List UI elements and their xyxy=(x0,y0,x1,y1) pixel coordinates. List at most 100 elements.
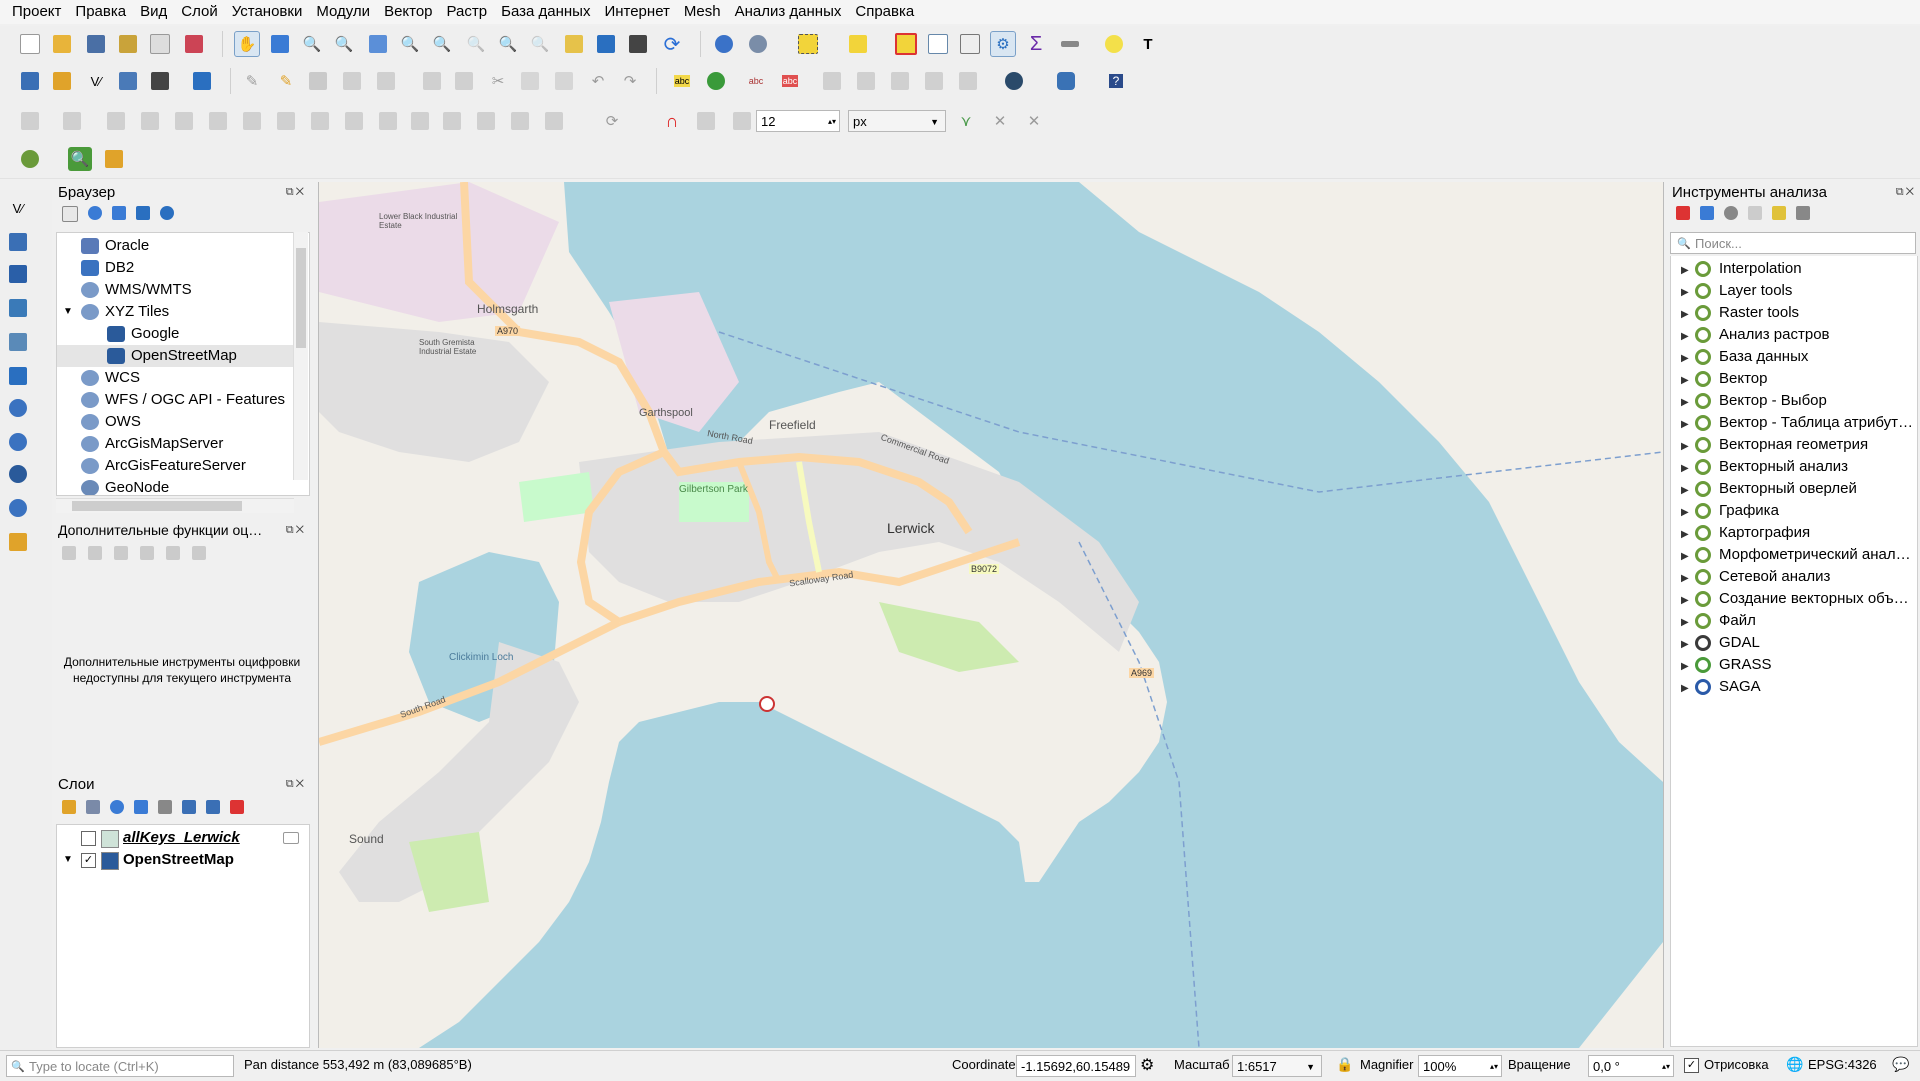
layer-visibility-checkbox[interactable] xyxy=(81,831,96,846)
snapping-magnet-icon[interactable]: ∩ xyxy=(660,109,684,133)
label-undo-icon[interactable] xyxy=(956,69,980,93)
options-icon[interactable] xyxy=(1796,206,1810,220)
modify-attributes-icon[interactable] xyxy=(420,69,444,93)
filter-expression-icon[interactable] xyxy=(158,800,172,814)
offset-symbols-icon[interactable] xyxy=(474,109,498,133)
menu-item-6[interactable]: Вектор xyxy=(378,0,438,24)
quickmap-search-icon[interactable]: 🔍 xyxy=(68,147,92,171)
processing-group[interactable]: ▶ Вектор - Выбор xyxy=(1671,390,1827,412)
map-canvas[interactable]: Lerwick Freefield Gilbertson Park Holmsg… xyxy=(318,182,1664,1048)
expand-arrow-icon[interactable]: ▶ xyxy=(1681,348,1695,370)
data-source-manager-icon[interactable] xyxy=(18,69,42,93)
browser-item[interactable]: WCS xyxy=(57,367,293,389)
locate-input[interactable]: 🔍 Type to locate (Ctrl+K) xyxy=(6,1055,234,1077)
expand-arrow-icon[interactable]: ▶ xyxy=(1681,370,1695,392)
render-checkbox[interactable]: ✓ xyxy=(1684,1058,1699,1073)
delete-selected-icon[interactable] xyxy=(452,69,476,93)
browser-hscrollbar[interactable] xyxy=(56,498,294,513)
diagram-tool-icon[interactable] xyxy=(704,69,728,93)
refresh-icon[interactable] xyxy=(88,206,102,220)
snapping-units-select[interactable]: px ▼ xyxy=(848,110,946,132)
action-icon[interactable] xyxy=(746,32,770,56)
cut-features-icon[interactable]: ✂ xyxy=(486,69,510,93)
scrollbar-thumb[interactable] xyxy=(296,248,306,348)
rotate-label-icon[interactable] xyxy=(854,69,878,93)
browser-item[interactable]: OpenStreetMap xyxy=(57,345,293,367)
filter-legend-icon[interactable] xyxy=(134,800,148,814)
panel-float-close-icon[interactable]: ⧉✕ xyxy=(286,524,306,537)
toggle-editing-icon[interactable]: ✎ xyxy=(274,69,298,93)
add-feature-icon[interactable] xyxy=(340,69,364,93)
processing-group[interactable]: ▶ GDAL xyxy=(1671,632,1760,654)
field-calculator-icon[interactable] xyxy=(958,32,982,56)
expand-arrow-icon[interactable]: ▶ xyxy=(1681,480,1695,502)
select-features-icon[interactable] xyxy=(796,32,820,56)
menu-item-2[interactable]: Вид xyxy=(134,0,173,24)
processing-group[interactable]: ▶ Морфометрический анал… xyxy=(1671,544,1911,566)
processing-group[interactable]: ▶ Картография xyxy=(1671,522,1810,544)
expand-arrow-icon[interactable]: ▶ xyxy=(1681,414,1695,436)
layer-indicator-icon[interactable] xyxy=(283,832,299,844)
refresh-icon[interactable]: ⟳ xyxy=(660,32,684,56)
fill-ring-icon[interactable] xyxy=(138,109,162,133)
open-styling-icon[interactable] xyxy=(62,800,76,814)
history-icon[interactable] xyxy=(1724,206,1738,220)
expand-arrow-icon[interactable]: ▶ xyxy=(1681,326,1695,348)
panel-float-close-icon[interactable]: ⧉✕ xyxy=(1896,186,1916,199)
processing-group[interactable]: ▶ GRASS xyxy=(1671,654,1772,676)
menu-item-9[interactable]: Интернет xyxy=(598,0,675,24)
pin-labels-icon[interactable]: abc xyxy=(744,69,768,93)
processing-group[interactable]: ▶ Вектор - Таблица атрибут… xyxy=(1671,412,1913,434)
menu-item-10[interactable]: Mesh xyxy=(678,0,727,24)
settings-icon[interactable] xyxy=(166,546,180,560)
pan-map-icon[interactable]: ✋ xyxy=(234,31,260,57)
collapse-all-icon[interactable] xyxy=(206,800,220,814)
expand-arrow-icon[interactable]: ▶ xyxy=(1681,678,1695,700)
zoom-selection-icon[interactable]: 🔍 xyxy=(398,32,422,56)
browser-item[interactable]: Oracle xyxy=(57,235,293,257)
coordinate-toggle-icon[interactable]: ⚙ xyxy=(1140,1055,1154,1075)
browser-item[interactable]: ArcGisFeatureServer xyxy=(57,455,293,477)
merge-attrs-icon[interactable] xyxy=(408,109,432,133)
text-annotation-icon[interactable]: T xyxy=(1136,32,1160,56)
plugin-globe-icon[interactable] xyxy=(18,147,42,171)
menu-item-3[interactable]: Слой xyxy=(175,0,223,24)
crs-globe-icon[interactable]: 🌐 xyxy=(1786,1056,1803,1073)
style-manager-icon[interactable] xyxy=(182,32,206,56)
rotate-symbols-icon[interactable] xyxy=(440,109,464,133)
topological-editing-icon[interactable]: ⋎ xyxy=(954,109,978,133)
processing-group[interactable]: ▶ Графика xyxy=(1671,500,1779,522)
select-by-value-icon[interactable] xyxy=(846,32,870,56)
add-vector-icon[interactable]: V⁄ xyxy=(6,196,30,220)
floater-icon[interactable] xyxy=(192,546,206,560)
add-spatialite-icon[interactable] xyxy=(6,330,30,354)
map-tips-icon[interactable] xyxy=(1102,32,1126,56)
collapse-all-icon[interactable] xyxy=(136,206,150,220)
snap-intersection-icon[interactable]: ✕ xyxy=(988,109,1012,133)
panel-float-close-icon[interactable]: ⧉✕ xyxy=(286,186,306,199)
digitize-icon[interactable] xyxy=(18,109,42,133)
expand-arrow-icon[interactable]: ▶ xyxy=(1681,458,1695,480)
snapping-mode-icon[interactable] xyxy=(694,109,718,133)
help-icon[interactable]: ? xyxy=(1104,69,1128,93)
new-memory-layer-icon[interactable] xyxy=(148,69,172,93)
expand-arrow-icon[interactable]: ▶ xyxy=(1681,612,1695,634)
crs-label[interactable]: EPSG:4326 xyxy=(1808,1057,1877,1072)
panel-float-close-icon[interactable]: ⧉✕ xyxy=(286,778,306,791)
edit-features-icon[interactable] xyxy=(1772,206,1786,220)
expand-arrow-icon[interactable]: ▶ xyxy=(1681,656,1695,678)
qgis2web-icon[interactable] xyxy=(102,147,126,171)
processing-group[interactable]: ▶ Raster tools xyxy=(1671,302,1799,324)
move-label-icon[interactable] xyxy=(820,69,844,93)
construction-icon[interactable] xyxy=(88,546,102,560)
processing-group[interactable]: ▶ Создание векторных объ… xyxy=(1671,588,1909,610)
reshape-icon[interactable] xyxy=(240,109,264,133)
new-geopackage-icon[interactable] xyxy=(50,69,74,93)
statistics-icon[interactable]: Σ xyxy=(1024,32,1048,56)
processing-group[interactable]: ▶ Анализ растров xyxy=(1671,324,1830,346)
add-wms-icon[interactable] xyxy=(6,396,30,420)
label-props-icon[interactable] xyxy=(922,69,946,93)
label-tool-icon[interactable]: abc xyxy=(670,69,694,93)
processing-group[interactable]: ▶ SAGA xyxy=(1671,676,1761,698)
show-hide-labels-icon[interactable]: abc xyxy=(778,69,802,93)
